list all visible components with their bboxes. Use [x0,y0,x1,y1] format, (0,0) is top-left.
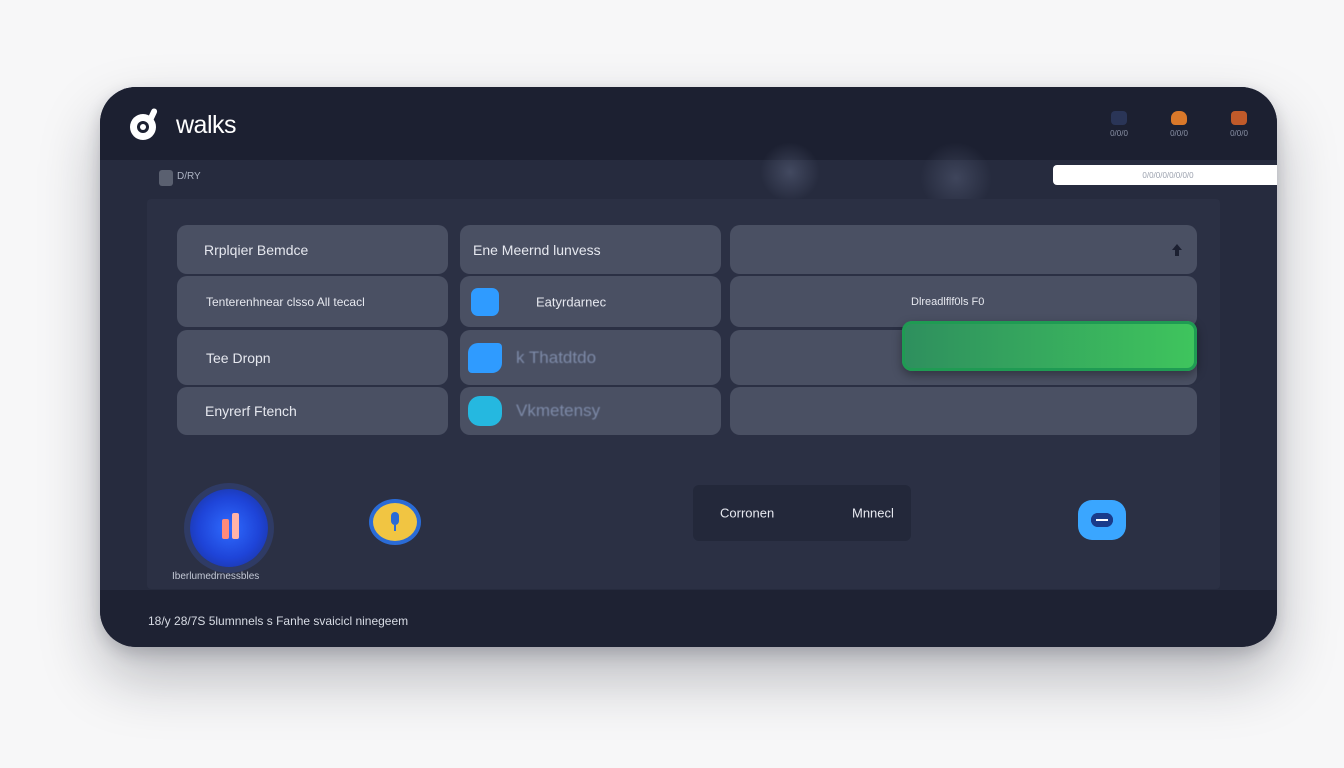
list-item-label: Tee Dropn [206,349,271,366]
box-button[interactable]: 0/0/0 [1219,111,1259,147]
chat-icon [1091,513,1113,527]
list-item[interactable]: Dlreadlflf0ls F0 [730,276,1197,327]
box-icon [1231,111,1247,125]
list-item[interactable]: Eatyrdarnec [460,276,721,327]
box-label: 0/0/0 [1230,129,1248,138]
segmented-control: Corronen Mnnecl [693,485,911,541]
orb-label: Iberlumedrnessbles [172,571,260,582]
burger-label: 0/0/0 [1170,129,1188,138]
list-item-label: Dlreadlflf0ls F0 [911,295,985,308]
list-item-label: Enyrerf Ftench [205,403,297,419]
list-item-label: Ene Meernd lunvess [473,241,601,258]
voice-orb-button[interactable] [190,489,268,567]
chat-button[interactable] [1078,500,1126,540]
list-item-label: Rrplqier Bemdce [204,241,309,258]
mic-icon [391,512,399,531]
segment-option[interactable]: Mnnecl [852,506,894,521]
list-item[interactable]: Rrplqier Bemdce [177,225,448,274]
play-button[interactable]: 0/0/0 [1099,111,1139,147]
list-item[interactable]: Tenterenhnear clsso All tecacl [177,276,448,327]
list-item[interactable]: Enyrerf Ftench [177,387,448,435]
segment-option[interactable]: Corronen [720,506,774,521]
bars-icon [222,513,239,539]
play-icon [1111,111,1127,125]
burger-icon [1171,111,1187,125]
sub-label: D/RY [177,171,201,182]
folder-icon[interactable] [159,170,173,186]
list-item[interactable]: Tee Dropn [177,330,448,385]
list-item[interactable]: Ene Meernd lunvess [460,225,721,274]
arrow-icon [1172,244,1182,256]
background-glow [760,142,820,202]
mic-button[interactable] [373,503,417,541]
logo-icon [130,108,158,140]
list-item-label: Eatyrdarnec [536,294,607,309]
app-window: walks 0/0/0 0/0/0 0/0/0 D/RY Rrplqier Be… [100,87,1277,647]
header-bar: walks 0/0/0 0/0/0 0/0/0 [100,87,1277,160]
list-item-label: Tenterenhnear clsso All tecacl [206,294,365,309]
list-item-label: Vkmetensy [516,401,601,420]
list-item[interactable] [730,387,1197,435]
play-label: 0/0/0 [1110,129,1128,138]
search-input[interactable] [1053,165,1277,185]
app-brand: walks [176,111,237,139]
list-item[interactable]: Vkmetensy [460,387,721,435]
list-item[interactable]: k Thatdtdo [460,330,721,385]
footer-bar: 18/y 28/7S 5lumnnels s Fanhe svaicicl ni… [100,590,1277,647]
grid-icon [471,287,499,316]
link-icon [468,342,502,373]
list-item[interactable] [730,225,1197,274]
list-item-label: k Thatdtdo [516,347,597,367]
hook-icon [468,396,502,426]
footer-text: 18/y 28/7S 5lumnnels s Fanhe svaicicl ni… [148,614,409,628]
progress-bar[interactable] [902,321,1197,371]
burger-button[interactable]: 0/0/0 [1159,111,1199,147]
